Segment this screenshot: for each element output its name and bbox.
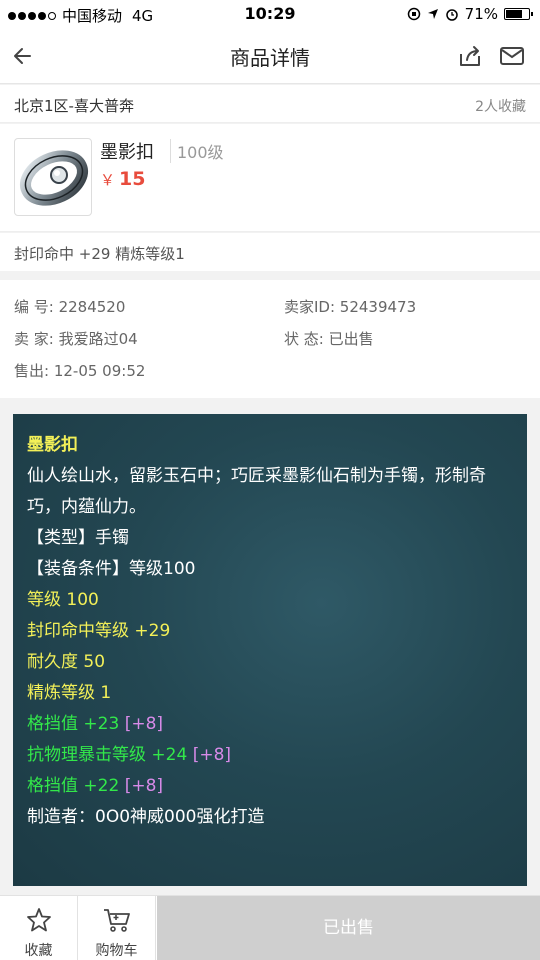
item-summary: 墨影扣 100级 ￥ 15: [0, 124, 540, 232]
block-1-value: 格挡值 +23: [27, 714, 120, 734]
anti-crit-value: 抗物理暴击等级 +24: [27, 745, 188, 765]
trade-info: 编 号: 2284520 卖家ID: 52439473 卖 家: 我爱路过04 …: [0, 280, 540, 398]
rotation-lock-icon: [407, 7, 420, 21]
desc-title: 墨影扣: [27, 435, 78, 455]
cart-button[interactable]: 购物车: [78, 896, 156, 960]
favorite-label: 收藏: [24, 943, 53, 959]
location-icon: [427, 9, 438, 19]
seller-name: 卖 家: 我爱路过04: [14, 330, 138, 348]
desc-lore: 仙人绘山水，留影玉石中；巧匠采墨影仙石制为手镯，形制奇巧，内蕴仙力。: [27, 466, 486, 517]
message-icon[interactable]: [498, 42, 526, 70]
anti-crit-bonus: [+8]: [192, 745, 232, 765]
alarm-icon: [445, 9, 458, 21]
trade-status: 状 态: 已出售: [284, 330, 374, 348]
item-image: [14, 138, 92, 216]
desc-refine: 精炼等级 1: [27, 683, 112, 703]
status-bar: 中国移动 4G 10:29 71%: [0, 0, 540, 28]
desc-seal-hit: 封印命中等级 +29: [27, 621, 171, 641]
cart-label: 购物车: [95, 943, 138, 959]
desc-requirement: 【装备条件】等级100: [27, 559, 196, 579]
block-2-value: 格挡值 +22: [27, 776, 120, 796]
desc-maker: 制造者：0O0神威000强化打造: [27, 807, 265, 827]
server-name: 北京1区-喜大普奔: [14, 97, 134, 115]
sold-time: 售出: 12-05 09:52: [14, 362, 146, 380]
item-price: ￥ 15: [100, 168, 145, 190]
sold-button[interactable]: 已出售: [157, 896, 540, 960]
server-row: 北京1区-喜大普奔 2人收藏: [0, 85, 540, 123]
item-description-panel: 墨影扣 仙人绘山水，留影玉石中；巧匠采墨影仙石制为手镯，形制奇巧，内蕴仙力。 【…: [13, 414, 527, 886]
desc-type: 【类型】手镯: [27, 528, 129, 548]
share-icon[interactable]: [456, 42, 484, 70]
bottom-action-bar: 收藏 购物车 已出售: [0, 895, 540, 960]
desc-block-1: 格挡值 +23 [+8]: [27, 709, 513, 740]
item-level: 100级: [170, 139, 224, 163]
bracelet-icon: [20, 150, 88, 206]
star-icon: [26, 908, 51, 932]
price-value: 15: [119, 168, 146, 190]
status-right: 71%: [407, 5, 533, 23]
desc-block-2: 格挡值 +22 [+8]: [27, 771, 513, 802]
block-2-bonus: [+8]: [124, 776, 164, 796]
desc-level: 等级 100: [27, 590, 99, 610]
currency-symbol: ￥: [100, 171, 116, 189]
attributes-text: 封印命中 +29 精炼等级1: [14, 245, 185, 263]
block-1-bonus: [+8]: [124, 714, 164, 734]
favorite-button[interactable]: 收藏: [0, 896, 78, 960]
cart-icon: [103, 909, 130, 932]
item-name: 墨影扣: [100, 142, 154, 163]
seller-id: 卖家ID: 52439473: [284, 298, 417, 316]
battery-icon: [504, 8, 533, 20]
item-attributes: 封印命中 +29 精炼等级1: [0, 233, 540, 271]
nav-bar: 商品详情: [0, 28, 540, 84]
desc-durability: 耐久度 50: [27, 652, 106, 672]
battery-percent: 71%: [464, 5, 498, 23]
item-id: 编 号: 2284520: [14, 298, 126, 316]
desc-anti-crit: 抗物理暴击等级 +24 [+8]: [27, 740, 513, 771]
favorite-count: 2人收藏: [475, 99, 526, 115]
